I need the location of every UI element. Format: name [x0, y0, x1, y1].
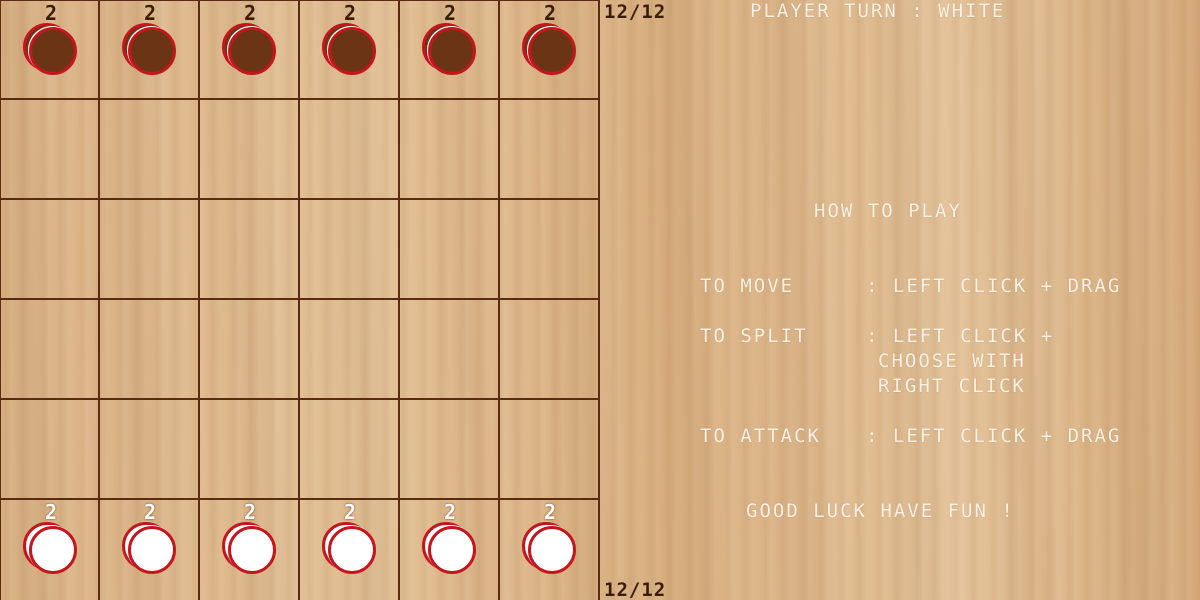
board-cell-empty[interactable] [0, 100, 100, 200]
stack-count: 2 [143, 500, 157, 524]
board-cell-empty[interactable] [300, 200, 400, 300]
stack-count: 2 [343, 1, 357, 25]
board-cell-empty[interactable] [500, 300, 600, 400]
black-disc[interactable] [428, 27, 476, 75]
how-to-play-title: HOW TO PLAY [814, 200, 962, 222]
split-rule-value: : LEFT CLICK + [866, 325, 1055, 347]
stack-count: 2 [443, 1, 457, 25]
white-pieces-counter: 12/12 [604, 579, 667, 600]
stack-count: 2 [543, 1, 557, 25]
player-turn-indicator: PLAYER TURN : WHITE [750, 0, 1006, 22]
board-cell-empty[interactable] [200, 100, 300, 200]
black-disc[interactable] [29, 27, 77, 75]
board-cell-empty[interactable] [300, 400, 400, 500]
board-cell-black-stack[interactable]: 2 [200, 0, 300, 100]
board-cell-empty[interactable] [500, 400, 600, 500]
attack-rule-label: TO ATTACK [700, 425, 821, 447]
stack-count: 2 [543, 500, 557, 524]
white-disc[interactable] [228, 526, 276, 574]
split-rule-label: TO SPLIT [700, 325, 808, 347]
black-disc[interactable] [528, 27, 576, 75]
board-cell-black-stack[interactable]: 2 [300, 0, 400, 100]
stack-count: 2 [443, 500, 457, 524]
split-rule-value-line-3: RIGHT CLICK [878, 375, 1026, 397]
stack-count: 2 [44, 500, 58, 524]
black-pieces-counter: 12/12 [604, 1, 667, 23]
move-rule-label: TO MOVE [700, 275, 795, 297]
good-luck-message: GOOD LUCK HAVE FUN ! [746, 500, 1015, 522]
board-cell-empty[interactable] [400, 400, 500, 500]
split-rule-value-line-2: CHOOSE WITH [878, 350, 1026, 372]
black-disc[interactable] [128, 27, 176, 75]
board-cell-empty[interactable] [400, 200, 500, 300]
game-board[interactable]: 2 2 2 2 2 2 2 2 2 2 2 2 [0, 0, 600, 600]
board-cell-empty[interactable] [0, 200, 100, 300]
board-cell-empty[interactable] [400, 100, 500, 200]
board-cell-black-stack[interactable]: 2 [400, 0, 500, 100]
stack-count: 2 [243, 1, 257, 25]
black-disc[interactable] [328, 27, 376, 75]
board-cell-empty[interactable] [300, 100, 400, 200]
attack-rule-value: : LEFT CLICK + DRAG [866, 425, 1122, 447]
board-cell-black-stack[interactable]: 2 [0, 0, 100, 100]
white-disc[interactable] [128, 526, 176, 574]
stack-count: 2 [44, 1, 58, 25]
board-cell-white-stack[interactable]: 2 [300, 500, 400, 600]
board-cell-empty[interactable] [400, 300, 500, 400]
stack-count: 2 [143, 1, 157, 25]
board-cell-empty[interactable] [500, 200, 600, 300]
board-cell-empty[interactable] [100, 200, 200, 300]
board-cell-black-stack[interactable]: 2 [100, 0, 200, 100]
board-cell-empty[interactable] [100, 300, 200, 400]
white-disc[interactable] [428, 526, 476, 574]
board-cell-empty[interactable] [500, 100, 600, 200]
board-cell-empty[interactable] [0, 400, 100, 500]
stack-count: 2 [243, 500, 257, 524]
board-cell-white-stack[interactable]: 2 [400, 500, 500, 600]
board-cell-empty[interactable] [100, 100, 200, 200]
board-cell-empty[interactable] [300, 300, 400, 400]
board-cell-empty[interactable] [200, 300, 300, 400]
move-rule-value: : LEFT CLICK + DRAG [866, 275, 1122, 297]
board-cell-white-stack[interactable]: 2 [500, 500, 600, 600]
board-cell-white-stack[interactable]: 2 [200, 500, 300, 600]
board-cell-white-stack[interactable]: 2 [0, 500, 100, 600]
white-disc[interactable] [328, 526, 376, 574]
white-disc[interactable] [29, 526, 77, 574]
board-cell-empty[interactable] [200, 200, 300, 300]
stack-count: 2 [343, 500, 357, 524]
white-disc[interactable] [528, 526, 576, 574]
board-cell-empty[interactable] [200, 400, 300, 500]
board-cell-empty[interactable] [100, 400, 200, 500]
board-cell-white-stack[interactable]: 2 [100, 500, 200, 600]
black-disc[interactable] [228, 27, 276, 75]
board-cell-empty[interactable] [0, 300, 100, 400]
board-cell-black-stack[interactable]: 2 [500, 0, 600, 100]
